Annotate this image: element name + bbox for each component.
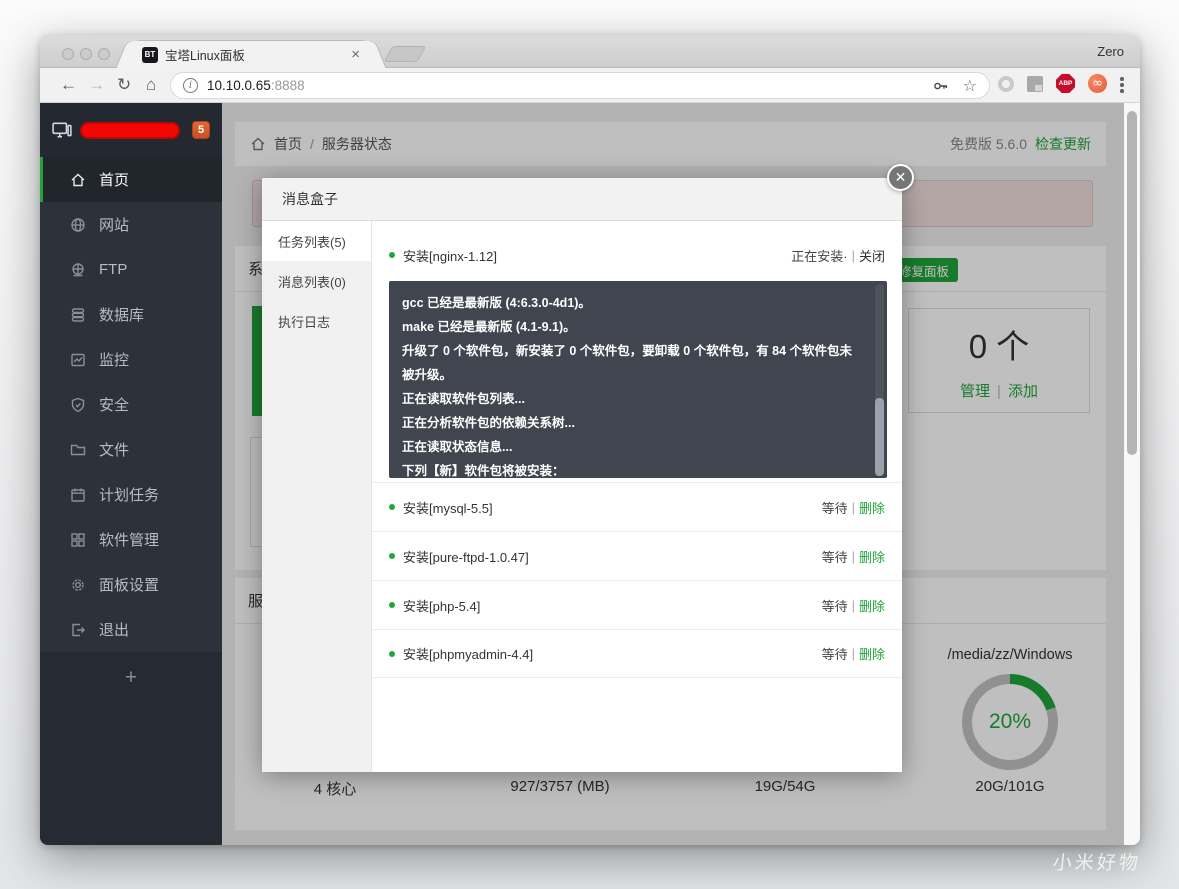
calendar-icon xyxy=(70,487,86,503)
home-icon[interactable]: ⌂ xyxy=(146,76,156,94)
bt-favicon: BT xyxy=(142,47,158,63)
console-scrollbar-thumb[interactable] xyxy=(875,398,884,476)
infinity-extension-icon[interactable]: ∞ xyxy=(1088,74,1107,93)
adblock-abp-icon[interactable]: ABP xyxy=(1056,74,1075,93)
task-status-dot xyxy=(389,602,395,608)
page-info-icon[interactable]: i xyxy=(183,78,198,93)
sidebar-item-cron[interactable]: 计划任务 xyxy=(40,472,222,517)
sidebar-item-home[interactable]: 首页 xyxy=(40,157,222,202)
bookmark-star-icon[interactable]: ☆ xyxy=(963,76,977,96)
tab-close-icon[interactable]: × xyxy=(351,47,360,62)
tab-message-list[interactable]: 消息列表(0) xyxy=(262,261,371,301)
browser-window: BT 宝塔Linux面板 × Zero ← → ↻ ⌂ i 10.10.0.65… xyxy=(40,35,1140,845)
page-scrollbar-thumb[interactable] xyxy=(1127,111,1137,455)
sidebar-item-security[interactable]: 安全 xyxy=(40,382,222,427)
task-row-pureftpd: 安装[pure-ftpd-1.0.47] 等待 | 删除 xyxy=(372,531,902,580)
task-delete-link[interactable]: 删除 xyxy=(859,547,885,566)
browser-profile-name[interactable]: Zero xyxy=(1097,44,1124,59)
sidebar-item-database[interactable]: 数据库 xyxy=(40,292,222,337)
task-status-dot xyxy=(389,252,395,258)
browser-menu-icon[interactable] xyxy=(1120,74,1124,93)
address-bar[interactable]: i 10.10.0.65:8888 ☆ xyxy=(170,72,990,99)
page-viewport: 5 首页 网站 FTP 数据库 xyxy=(40,103,1140,845)
task-close-link[interactable]: 关闭 xyxy=(859,246,885,265)
tab-task-list[interactable]: 任务列表(5) xyxy=(262,221,371,261)
browser-tab-strip: BT 宝塔Linux面板 × Zero xyxy=(40,35,1140,68)
server-monitor-icon xyxy=(52,121,72,139)
traffic-light-minimize[interactable] xyxy=(80,48,92,60)
back-icon[interactable]: ← xyxy=(60,76,77,94)
reload-icon[interactable]: ↻ xyxy=(117,76,131,94)
ftp-globe-icon xyxy=(70,262,86,278)
task-status-dot xyxy=(389,651,395,657)
task-row-nginx: 安装[nginx-1.12] 正在安装· | 关闭 xyxy=(372,235,902,275)
sidebar-item-software[interactable]: 软件管理 xyxy=(40,517,222,562)
extension-gray-icon[interactable] xyxy=(1027,76,1043,92)
task-delete-link[interactable]: 删除 xyxy=(859,498,885,517)
shield-icon xyxy=(70,397,86,413)
screenshot-watermark: 小米好物 xyxy=(1052,848,1143,875)
install-console-output[interactable]: gcc 已经是最新版 (4:6.3.0-4d1)。 make 已经是最新版 (4… xyxy=(389,281,887,478)
page-scrollbar[interactable] xyxy=(1124,103,1140,845)
gear-icon xyxy=(70,577,86,593)
modal-title: 消息盒子 xyxy=(262,178,902,221)
url-text[interactable]: 10.10.0.65:8888 xyxy=(207,78,933,93)
grid-icon xyxy=(70,532,86,548)
traffic-light-close[interactable] xyxy=(62,48,74,60)
folder-icon xyxy=(70,442,86,458)
traffic-light-zoom[interactable] xyxy=(98,48,110,60)
new-tab-button[interactable] xyxy=(384,46,427,62)
redacted-hostname xyxy=(80,122,180,139)
task-row-mysql: 安装[mysql-5.5] 等待 | 删除 xyxy=(372,482,902,531)
sidebar-menu: 首页 网站 FTP 数据库 监控 xyxy=(40,157,222,652)
globe-icon xyxy=(70,217,86,233)
forward-icon: → xyxy=(88,76,105,94)
home-icon xyxy=(70,172,86,188)
extension-icons: ABP ∞ xyxy=(998,74,1124,93)
sidebar-item-files[interactable]: 文件 xyxy=(40,427,222,472)
sidebar-add-button[interactable]: + xyxy=(40,652,222,845)
sidebar: 5 首页 网站 FTP 数据库 xyxy=(40,103,222,845)
monitor-chart-icon xyxy=(70,352,86,368)
browser-toolbar: ← → ↻ ⌂ i 10.10.0.65:8888 ☆ ABP ∞ xyxy=(40,68,1140,103)
message-count-badge[interactable]: 5 xyxy=(192,121,210,139)
task-delete-link[interactable]: 删除 xyxy=(859,596,885,615)
modal-content: 安装[nginx-1.12] 正在安装· | 关闭 gcc 已经是最新版 (4:… xyxy=(372,221,902,772)
task-delete-link[interactable]: 删除 xyxy=(859,644,885,663)
tab-exec-log[interactable]: 执行日志 xyxy=(262,301,371,341)
sidebar-item-website[interactable]: 网站 xyxy=(40,202,222,247)
logout-icon xyxy=(70,622,86,638)
browser-tab[interactable]: BT 宝塔Linux面板 × xyxy=(132,41,370,68)
tab-title: 宝塔Linux面板 xyxy=(165,45,351,64)
extension-circle-icon[interactable] xyxy=(998,76,1014,92)
sidebar-item-logout[interactable]: 退出 xyxy=(40,607,222,652)
task-row-php: 安装[php-5.4] 等待 | 删除 xyxy=(372,580,902,629)
task-row-phpmyadmin: 安装[phpmyadmin-4.4] 等待 | 删除 xyxy=(372,629,902,678)
sidebar-logo-row: 5 xyxy=(40,103,222,157)
message-box-modal: ✕ 消息盒子 任务列表(5) 消息列表(0) 执行日志 安装[nginx-1.1… xyxy=(262,178,902,772)
task-status-dot xyxy=(389,504,395,510)
password-key-icon[interactable] xyxy=(933,78,949,94)
modal-close-icon[interactable]: ✕ xyxy=(887,164,914,191)
sidebar-item-ftp[interactable]: FTP xyxy=(40,247,222,292)
task-status-dot xyxy=(389,553,395,559)
modal-tab-list: 任务列表(5) 消息列表(0) 执行日志 xyxy=(262,221,372,772)
sidebar-item-settings[interactable]: 面板设置 xyxy=(40,562,222,607)
sidebar-item-monitor[interactable]: 监控 xyxy=(40,337,222,382)
database-icon xyxy=(70,307,86,323)
